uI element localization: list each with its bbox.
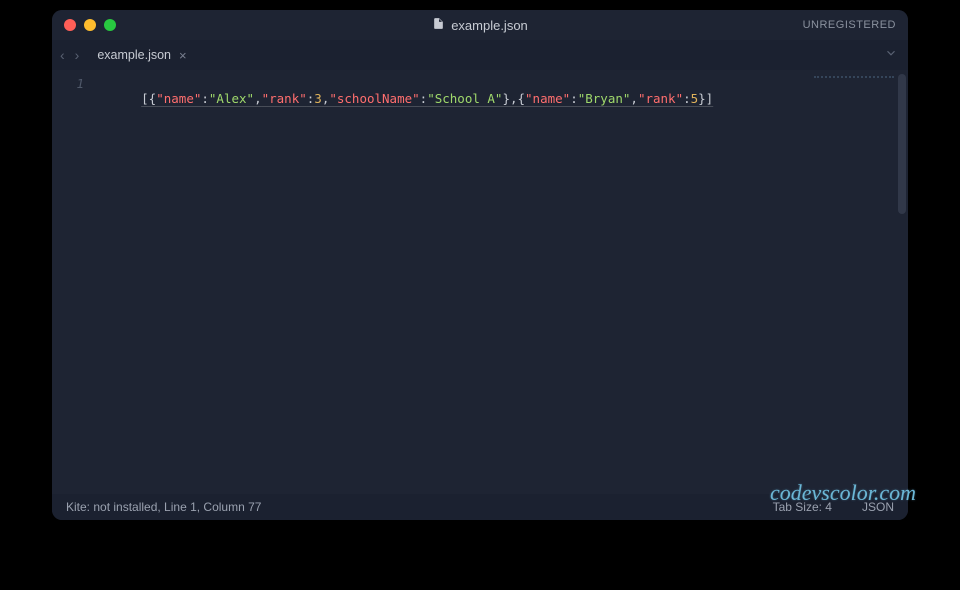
nav-back-icon[interactable]: ‹	[60, 47, 65, 63]
minimap[interactable]	[814, 74, 894, 78]
tab-nav: ‹ ›	[60, 47, 79, 63]
vertical-scrollbar[interactable]	[898, 74, 906, 214]
tab-overflow-icon[interactable]	[884, 46, 898, 65]
minimize-window-button[interactable]	[84, 19, 96, 31]
registration-status: UNREGISTERED	[803, 19, 896, 31]
window-title-text: example.json	[451, 18, 528, 33]
window-title: example.json	[52, 17, 908, 33]
file-icon	[432, 17, 445, 33]
close-tab-icon[interactable]: ×	[179, 48, 187, 63]
nav-forward-icon[interactable]: ›	[75, 47, 80, 63]
watermark-text: codevscolor.com	[770, 480, 916, 506]
line-gutter: 1	[52, 70, 96, 494]
maximize-window-button[interactable]	[104, 19, 116, 31]
editor-area[interactable]: 1 [{"name":"Alex","rank":3,"schoolName":…	[52, 70, 908, 494]
titlebar: example.json UNREGISTERED	[52, 10, 908, 40]
tab-example-json[interactable]: example.json ×	[87, 40, 196, 70]
status-left: Kite: not installed, Line 1, Column 77	[66, 500, 773, 514]
editor-window: example.json UNREGISTERED ‹ › example.js…	[52, 10, 908, 520]
close-window-button[interactable]	[64, 19, 76, 31]
line-number: 1	[52, 76, 84, 91]
window-controls	[64, 19, 116, 31]
tab-label: example.json	[97, 48, 171, 62]
code-content[interactable]: [{"name":"Alex","rank":3,"schoolName":"S…	[96, 70, 713, 494]
tab-bar: ‹ › example.json ×	[52, 40, 908, 70]
